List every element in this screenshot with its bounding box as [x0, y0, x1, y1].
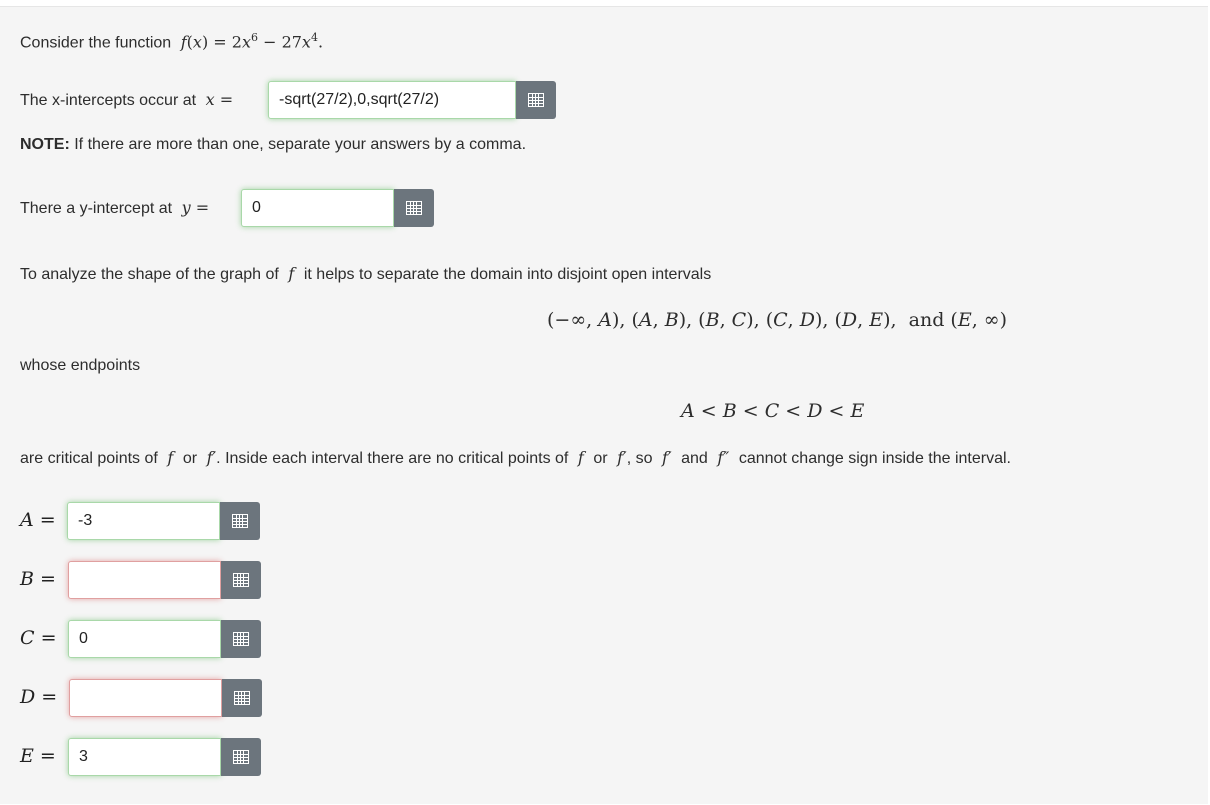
analyze-text-a: To analyze the shape of the graph of	[20, 266, 279, 283]
analyze-line: To analyze the shape of the graph of f i…	[20, 264, 712, 283]
equation-editor-grid-icon	[234, 691, 250, 705]
critical-t1: are critical points of	[20, 450, 158, 467]
editor-button-d[interactable]	[222, 679, 262, 717]
critical-t5: , so	[626, 450, 653, 467]
y-intercept-prefix: There a y-intercept at	[20, 200, 173, 217]
y-intercept-editor-button[interactable]	[394, 189, 434, 227]
editor-button-a[interactable]	[220, 502, 260, 540]
input-e[interactable]: 3	[68, 738, 221, 776]
intervals-formula: (−∞, A), (A, B), (B, C), (C, D), (D, E),…	[547, 309, 1008, 331]
note-bold: NOTE:	[20, 136, 70, 153]
input-c[interactable]: 0	[68, 620, 221, 658]
critical-t6: and	[681, 450, 708, 467]
note-line: NOTE: If there are more than one, separa…	[20, 135, 526, 155]
label-c: C =	[20, 627, 57, 649]
critical-t7: cannot change sign inside the interval.	[738, 450, 1011, 467]
ordering-formula: A < B < C < D < E	[681, 400, 865, 422]
function-formula: f	[175, 32, 187, 52]
input-d[interactable]	[69, 679, 222, 717]
input-b[interactable]	[68, 561, 221, 599]
y-intercept-label: There a y-intercept at y =	[20, 198, 210, 217]
editor-button-b[interactable]	[221, 561, 261, 599]
whose-line: whose endpoints	[20, 357, 141, 374]
label-e: E =	[20, 745, 56, 767]
equation-editor-grid-icon	[233, 573, 249, 587]
editor-button-e[interactable]	[221, 738, 261, 776]
label-d: D =	[20, 686, 58, 708]
label-a: A =	[20, 509, 56, 531]
equation-editor-grid-icon	[528, 93, 544, 107]
equation-editor-grid-icon	[233, 632, 249, 646]
critical-t2: or	[182, 450, 198, 467]
critical-t3: . Inside each interval there are no crit…	[216, 450, 569, 467]
y-intercept-input[interactable]: 0	[241, 189, 394, 227]
x-intercepts-editor-button[interactable]	[516, 81, 556, 119]
label-b: B =	[20, 568, 56, 590]
input-a[interactable]: -3	[67, 502, 220, 540]
intro-text: Consider the function	[20, 34, 172, 52]
critical-t4: or	[593, 450, 608, 467]
critical-line: are critical points of f or f′. Inside e…	[20, 448, 1011, 467]
equation-editor-grid-icon	[406, 201, 422, 215]
note-text: If there are more than one, separate you…	[74, 136, 527, 153]
analyze-text-b: it helps to separate the domain into dis…	[303, 266, 712, 283]
x-intercepts-prefix: The x-intercepts occur at	[20, 92, 197, 109]
editor-button-c[interactable]	[221, 620, 261, 658]
equation-editor-grid-icon	[232, 514, 248, 528]
x-intercepts-label: The x-intercepts occur at x =	[20, 90, 234, 109]
intro-line: Consider the function f(x) = 2x6 − 27x4.	[20, 31, 324, 52]
x-intercepts-input[interactable]: -sqrt(27/2),0,sqrt(27/2)	[268, 81, 516, 119]
equation-editor-grid-icon	[233, 750, 249, 764]
